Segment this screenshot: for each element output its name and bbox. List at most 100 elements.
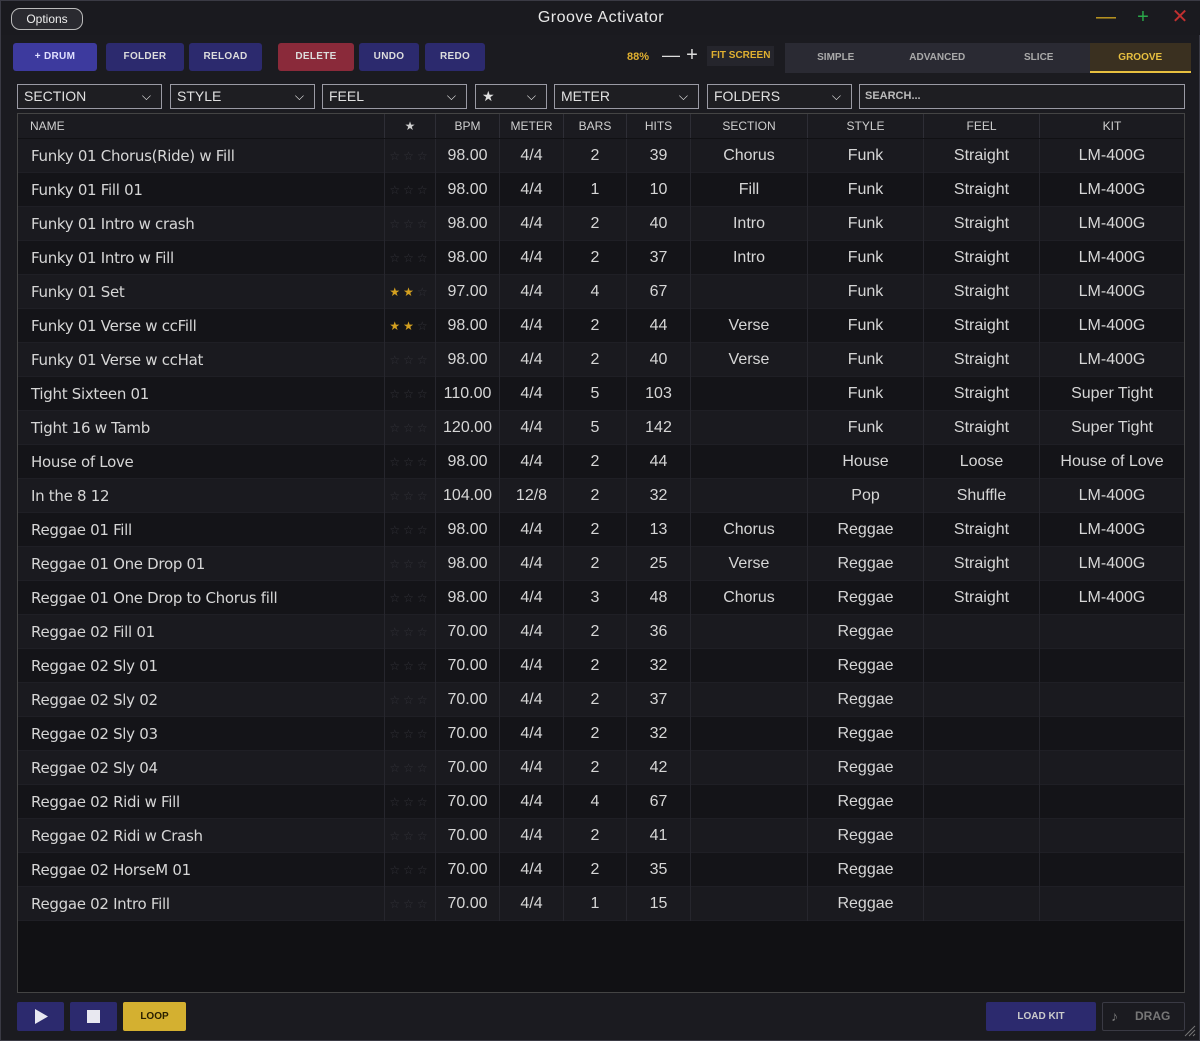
rating-stars[interactable]: ☆☆☆ xyxy=(389,795,430,809)
star-icon[interactable]: ☆ xyxy=(389,829,403,843)
cell-rating[interactable]: ☆☆☆ xyxy=(385,581,436,615)
star-icon[interactable]: ☆ xyxy=(417,421,431,435)
star-icon[interactable]: ☆ xyxy=(417,455,431,469)
star-icon[interactable]: ☆ xyxy=(417,285,431,299)
star-icon[interactable]: ☆ xyxy=(403,523,417,537)
rating-stars[interactable]: ☆☆☆ xyxy=(389,455,430,469)
star-icon[interactable]: ☆ xyxy=(389,557,403,571)
rating-stars[interactable]: ☆☆☆ xyxy=(389,183,430,197)
cell-rating[interactable]: ☆☆☆ xyxy=(385,411,436,445)
rating-stars[interactable]: ☆☆☆ xyxy=(389,217,430,231)
star-icon[interactable]: ☆ xyxy=(389,727,403,741)
feel-filter-dropdown[interactable]: FEEL ⌵ xyxy=(322,84,467,109)
star-icon[interactable]: ☆ xyxy=(417,251,431,265)
star-icon[interactable]: ☆ xyxy=(417,217,431,231)
star-icon[interactable]: ☆ xyxy=(417,693,431,707)
play-button[interactable] xyxy=(17,1002,64,1031)
cell-rating[interactable]: ★★☆ xyxy=(385,275,436,309)
redo-button[interactable]: REDO xyxy=(425,43,485,71)
rating-stars[interactable]: ☆☆☆ xyxy=(389,625,430,639)
star-icon[interactable]: ☆ xyxy=(403,149,417,163)
table-row[interactable]: Reggae 02 Ridi w Fill ☆☆☆ 70.00 4/4 4 67 Regga… xyxy=(18,785,1184,819)
fit-screen-button[interactable]: FIT SCREEN xyxy=(707,46,775,66)
cell-rating[interactable]: ☆☆☆ xyxy=(385,649,436,683)
star-icon[interactable]: ☆ xyxy=(417,183,431,197)
meter-filter-dropdown[interactable]: METER ⌵ xyxy=(554,84,699,109)
star-icon[interactable]: ☆ xyxy=(417,319,431,333)
star-icon[interactable]: ☆ xyxy=(417,489,431,503)
cell-rating[interactable]: ☆☆☆ xyxy=(385,751,436,785)
rating-stars[interactable]: ☆☆☆ xyxy=(389,693,430,707)
star-icon[interactable]: ☆ xyxy=(417,795,431,809)
star-icon[interactable]: ★ xyxy=(389,319,403,333)
table-row[interactable]: Funky 01 Chorus(Ride) w Fill ☆☆☆ 98.00 4/4 2… xyxy=(18,139,1184,173)
rating-stars[interactable]: ☆☆☆ xyxy=(389,149,430,163)
rating-stars[interactable]: ☆☆☆ xyxy=(389,591,430,605)
tab-advanced[interactable]: ADVANCED xyxy=(887,43,989,73)
rating-stars[interactable]: ★★☆ xyxy=(389,285,430,299)
table-row[interactable]: Reggae 02 HorseM 01 ☆☆☆ 70.00 4/4 2 35 Reggae xyxy=(18,853,1184,887)
cell-rating[interactable]: ☆☆☆ xyxy=(385,445,436,479)
cell-rating[interactable]: ☆☆☆ xyxy=(385,479,436,513)
rating-stars[interactable]: ☆☆☆ xyxy=(389,863,430,877)
folder-button[interactable]: FOLDER xyxy=(106,43,184,71)
folders-filter-dropdown[interactable]: FOLDERS ⌵ xyxy=(707,84,852,109)
star-icon[interactable]: ☆ xyxy=(403,897,417,911)
star-icon[interactable]: ☆ xyxy=(389,421,403,435)
star-icon[interactable]: ☆ xyxy=(389,149,403,163)
star-icon[interactable]: ☆ xyxy=(417,387,431,401)
column-header-hits[interactable]: HITS xyxy=(627,114,691,138)
star-icon[interactable]: ☆ xyxy=(403,863,417,877)
star-icon[interactable]: ☆ xyxy=(417,625,431,639)
reload-button[interactable]: RELOAD xyxy=(189,43,262,71)
star-icon[interactable]: ☆ xyxy=(403,489,417,503)
star-icon[interactable]: ☆ xyxy=(403,183,417,197)
star-icon[interactable]: ☆ xyxy=(403,591,417,605)
star-icon[interactable]: ☆ xyxy=(417,761,431,775)
table-row[interactable]: Funky 01 Fill 01 ☆☆☆ 98.00 4/4 1 10 Fill Funk St… xyxy=(18,173,1184,207)
star-icon[interactable]: ☆ xyxy=(389,625,403,639)
table-row[interactable]: Reggae 02 Sly 02 ☆☆☆ 70.00 4/4 2 37 Reggae xyxy=(18,683,1184,717)
search-input[interactable]: SEARCH... xyxy=(859,84,1185,109)
cell-rating[interactable]: ☆☆☆ xyxy=(385,887,436,921)
table-row[interactable]: Reggae 02 Sly 03 ☆☆☆ 70.00 4/4 2 32 Reggae xyxy=(18,717,1184,751)
star-icon[interactable]: ☆ xyxy=(389,183,403,197)
cell-rating[interactable]: ☆☆☆ xyxy=(385,513,436,547)
rating-stars[interactable]: ☆☆☆ xyxy=(389,523,430,537)
table-row[interactable]: Tight 16 w Tamb ☆☆☆ 120.00 4/4 5 142 Funk Strai… xyxy=(18,411,1184,445)
rating-stars[interactable]: ☆☆☆ xyxy=(389,829,430,843)
star-icon[interactable]: ☆ xyxy=(389,897,403,911)
stop-button[interactable] xyxy=(70,1002,117,1031)
table-row[interactable]: Funky 01 Intro w crash ☆☆☆ 98.00 4/4 2 40 Intr… xyxy=(18,207,1184,241)
zoom-out-icon[interactable]: — xyxy=(661,45,681,66)
column-header-kit[interactable]: KIT xyxy=(1040,114,1184,138)
cell-rating[interactable]: ☆☆☆ xyxy=(385,819,436,853)
star-icon[interactable]: ★ xyxy=(389,285,403,299)
star-icon[interactable]: ☆ xyxy=(417,557,431,571)
star-icon[interactable]: ☆ xyxy=(403,829,417,843)
table-row[interactable]: Reggae 01 One Drop 01 ☆☆☆ 98.00 4/4 2 25 Verse… xyxy=(18,547,1184,581)
star-icon[interactable]: ☆ xyxy=(403,659,417,673)
table-row[interactable]: Reggae 01 Fill ☆☆☆ 98.00 4/4 2 13 Chorus Reggae… xyxy=(18,513,1184,547)
rating-stars[interactable]: ☆☆☆ xyxy=(389,897,430,911)
tab-groove[interactable]: GROOVE xyxy=(1089,43,1191,73)
cell-rating[interactable]: ☆☆☆ xyxy=(385,377,436,411)
star-icon[interactable]: ☆ xyxy=(403,693,417,707)
star-icon[interactable]: ☆ xyxy=(389,693,403,707)
star-icon[interactable]: ☆ xyxy=(389,863,403,877)
table-row[interactable]: Funky 01 Verse w ccHat ☆☆☆ 98.00 4/4 2 40 Vers… xyxy=(18,343,1184,377)
star-icon[interactable]: ☆ xyxy=(389,591,403,605)
rating-stars[interactable]: ☆☆☆ xyxy=(389,659,430,673)
star-icon[interactable]: ☆ xyxy=(389,659,403,673)
table-row[interactable]: Reggae 02 Intro Fill ☆☆☆ 70.00 4/4 1 15 Reggae xyxy=(18,887,1184,921)
rating-stars[interactable]: ☆☆☆ xyxy=(389,761,430,775)
star-icon[interactable]: ☆ xyxy=(417,863,431,877)
star-icon[interactable]: ☆ xyxy=(417,523,431,537)
close-icon[interactable]: ✕ xyxy=(1169,6,1191,28)
star-icon[interactable]: ☆ xyxy=(389,761,403,775)
star-icon[interactable]: ★ xyxy=(403,319,417,333)
add-drum-button[interactable]: + DRUM xyxy=(13,43,97,71)
drag-button[interactable]: ♪ DRAG xyxy=(1102,1002,1185,1031)
column-header-feel[interactable]: FEEL xyxy=(924,114,1040,138)
star-icon[interactable]: ☆ xyxy=(417,727,431,741)
